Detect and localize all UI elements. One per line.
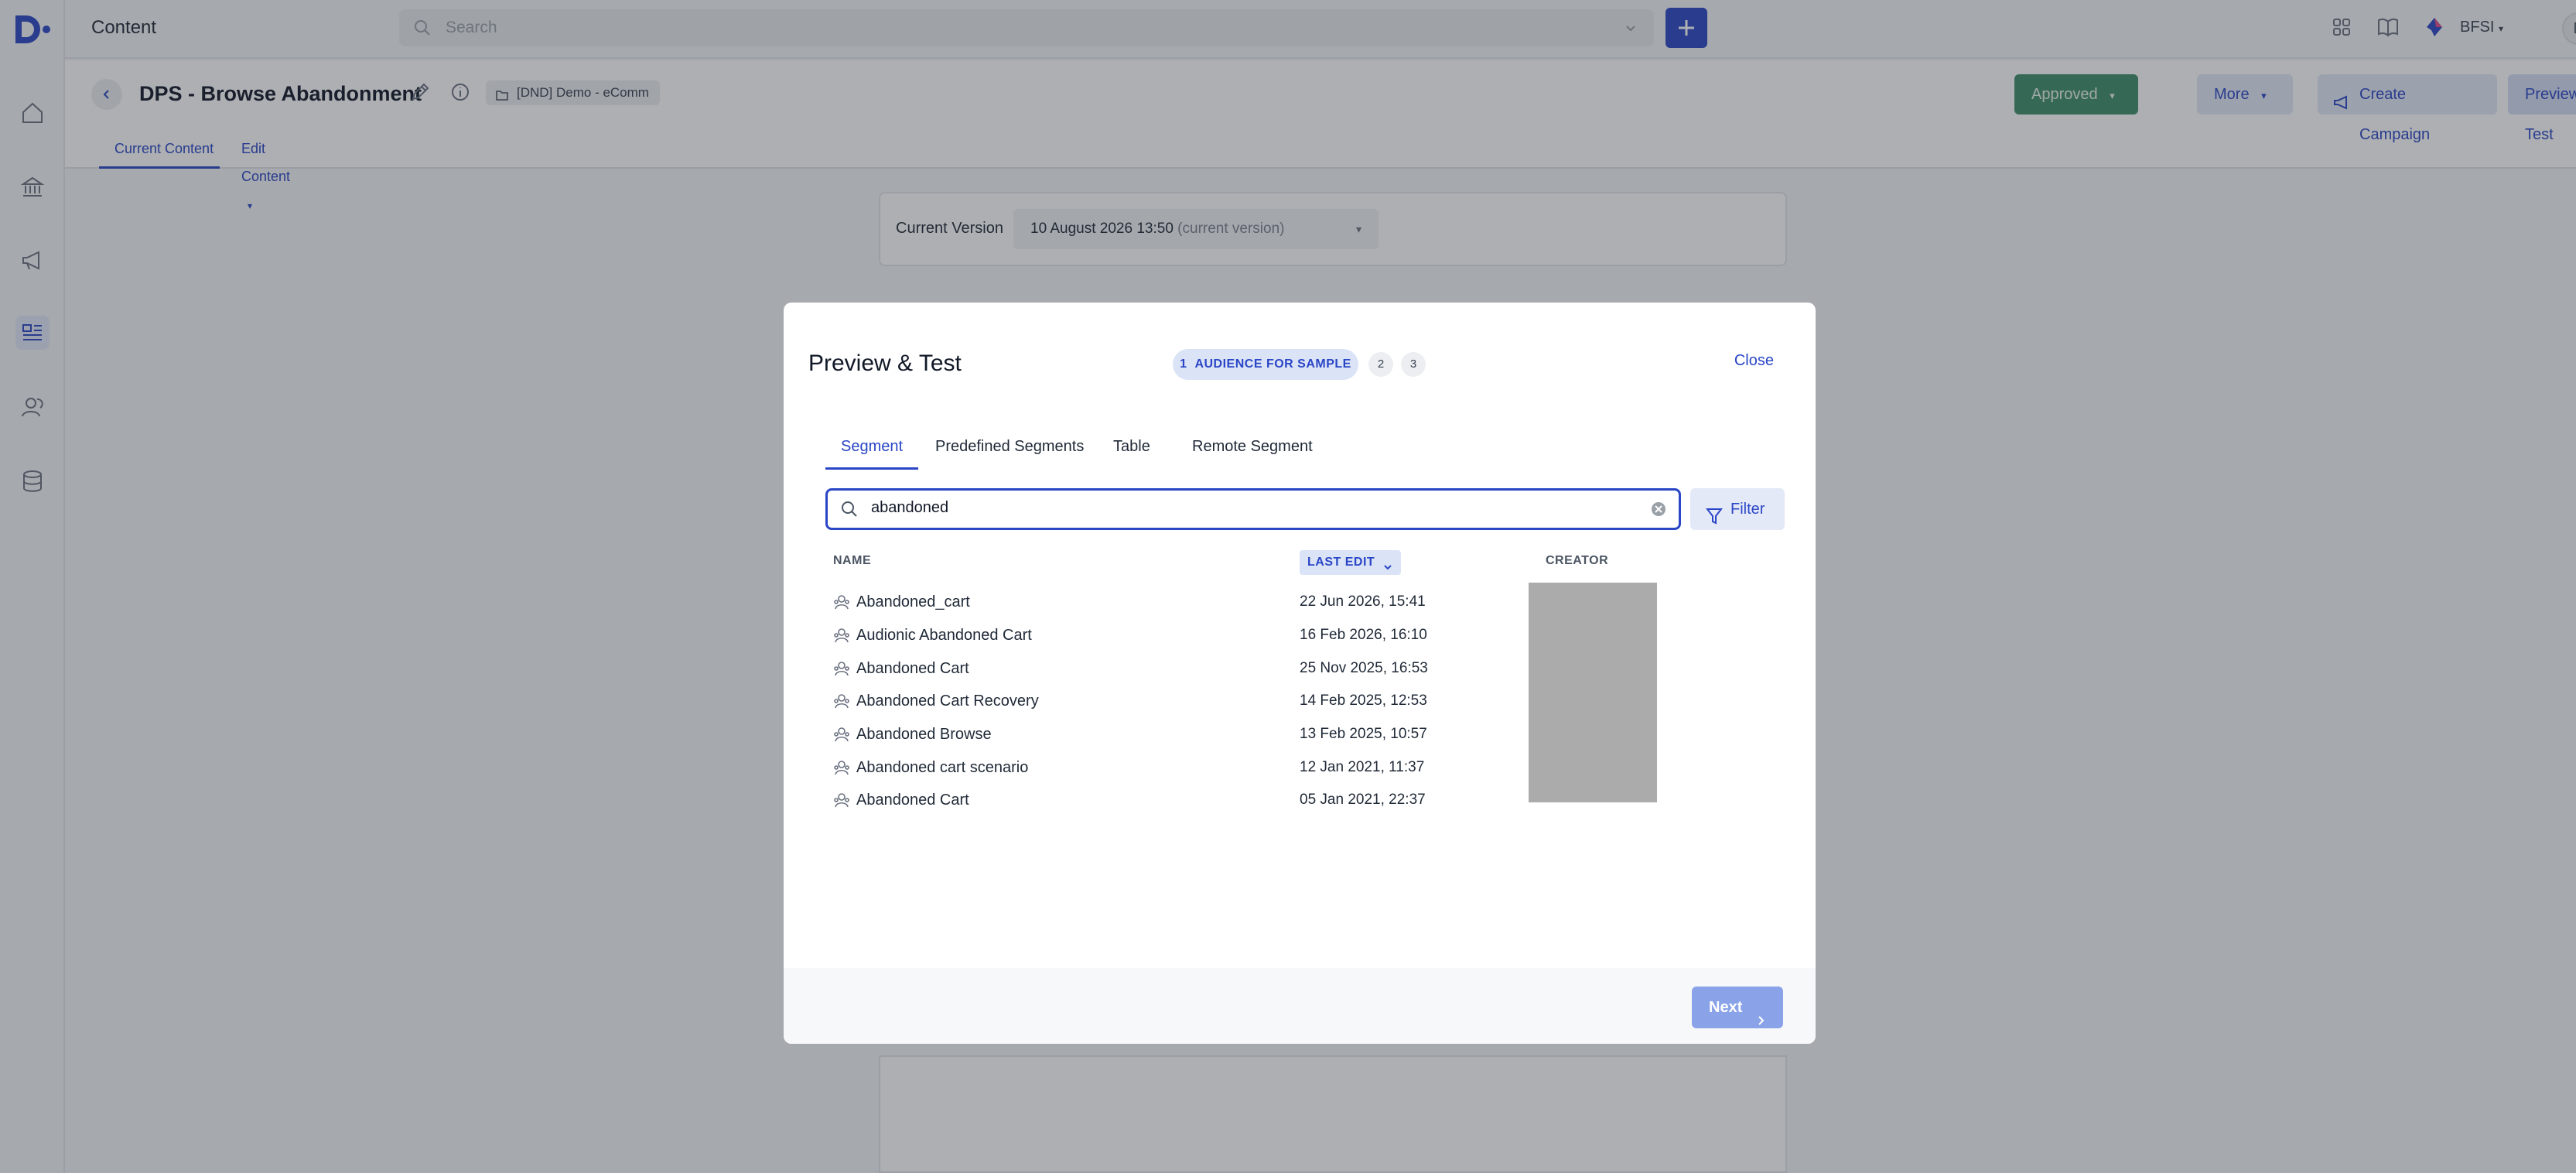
- segment-last-edit: 14 Feb 2025, 12:53: [1300, 693, 1427, 709]
- step-1-label: AUDIENCE FOR SAMPLE: [1194, 357, 1351, 371]
- preview-test-modal: Preview & Test 1 AUDIENCE FOR SAMPLE 2 3…: [784, 303, 1816, 1044]
- segment-last-edit: 22 Jun 2026, 15:41: [1300, 593, 1426, 610]
- table-row[interactable]: Abandoned_cart 22 Jun 2026, 15:41: [833, 586, 1607, 617]
- segment-tabs: Segment Predefined Segments Table Remote…: [825, 434, 1320, 470]
- table-row[interactable]: Abandoned Browse 13 Feb 2025, 10:57: [833, 718, 1607, 749]
- segment-name: Abandoned Cart: [856, 792, 969, 809]
- table-row[interactable]: Abandoned cart scenario 12 Jan 2021, 11:…: [833, 751, 1607, 782]
- step-3[interactable]: 3: [1401, 352, 1426, 377]
- step-2[interactable]: 2: [1368, 352, 1393, 377]
- next-label: Next: [1709, 999, 1743, 1016]
- segment-name: Abandoned Cart Recovery: [856, 693, 1039, 710]
- next-button[interactable]: Next: [1692, 987, 1783, 1028]
- segment-last-edit: 12 Jan 2021, 11:37: [1300, 759, 1425, 775]
- segment-name: Abandoned cart scenario: [856, 759, 1029, 776]
- table-row[interactable]: Abandoned Cart Recovery 14 Feb 2025, 12:…: [833, 685, 1607, 716]
- column-header-creator[interactable]: CREATOR: [1546, 554, 1608, 568]
- column-header-name[interactable]: NAME: [833, 554, 871, 568]
- tab-table[interactable]: Table: [1113, 434, 1150, 470]
- segment-icon: [833, 726, 850, 747]
- close-button[interactable]: Close: [1734, 352, 1774, 370]
- filter-label: Filter: [1730, 501, 1765, 518]
- tab-predefined-segments[interactable]: Predefined Segments: [935, 434, 1084, 470]
- chevron-right-icon: [1755, 1001, 1766, 1043]
- search-value: abandoned: [871, 499, 949, 516]
- filter-icon: [1705, 500, 1724, 542]
- last-edit-label: LAST EDIT: [1307, 556, 1375, 569]
- step-1-audience[interactable]: 1 AUDIENCE FOR SAMPLE: [1173, 349, 1358, 380]
- search-icon: [840, 500, 859, 522]
- segment-last-edit: 16 Feb 2026, 16:10: [1300, 627, 1427, 643]
- table-row[interactable]: Abandoned Cart 25 Nov 2025, 16:53: [833, 652, 1607, 683]
- segment-last-edit: 13 Feb 2025, 10:57: [1300, 726, 1427, 742]
- segment-name: Abandoned Cart: [856, 660, 969, 677]
- segment-icon: [833, 792, 850, 812]
- segment-name: Audionic Abandoned Cart: [856, 627, 1032, 644]
- tab-remote-segment[interactable]: Remote Segment: [1192, 434, 1313, 470]
- segment-icon: [833, 627, 850, 648]
- segment-icon: [833, 693, 850, 713]
- segment-icon: [833, 759, 850, 780]
- column-header-last-edit[interactable]: LAST EDIT: [1300, 550, 1402, 575]
- table-row[interactable]: Abandoned Cart 05 Jan 2021, 22:37: [833, 784, 1607, 815]
- table-row[interactable]: Audionic Abandoned Cart 16 Feb 2026, 16:…: [833, 619, 1607, 650]
- segment-search-input[interactable]: abandoned: [825, 488, 1681, 530]
- segment-last-edit: 05 Jan 2021, 22:37: [1300, 792, 1426, 808]
- chevron-down-icon: [1382, 557, 1393, 582]
- step-1-number: 1: [1180, 357, 1187, 371]
- clear-icon[interactable]: [1651, 501, 1666, 521]
- segment-name: Abandoned_cart: [856, 593, 970, 610]
- segment-name: Abandoned Browse: [856, 726, 992, 743]
- creator-avatars-placeholder: [1529, 583, 1657, 802]
- modal-title: Preview & Test: [808, 351, 962, 376]
- segment-icon: [833, 660, 850, 681]
- segment-last-edit: 25 Nov 2025, 16:53: [1300, 660, 1428, 676]
- modal-footer: [784, 968, 1816, 1044]
- segment-icon: [833, 593, 850, 614]
- filter-button[interactable]: Filter: [1690, 488, 1785, 530]
- tab-segment[interactable]: Segment: [825, 434, 919, 470]
